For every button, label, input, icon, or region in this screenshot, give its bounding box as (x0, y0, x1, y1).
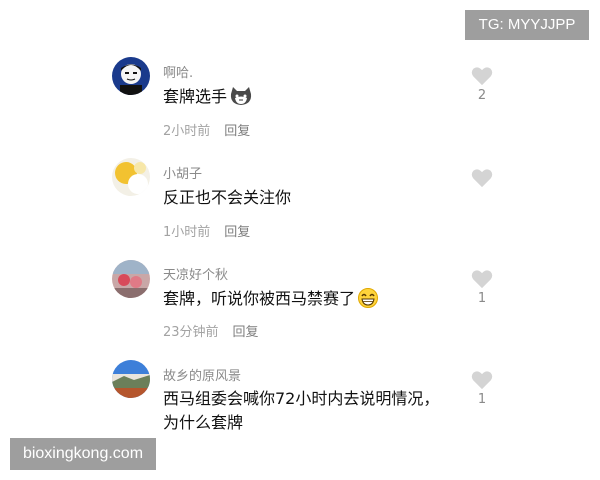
comment-text: 套牌选手 (163, 85, 453, 113)
comment-text-content: 套牌选手 (163, 87, 228, 106)
heart-icon (471, 270, 493, 289)
comment-time: 2小时前 (163, 124, 211, 139)
site-watermark: bioxingkong.com (10, 438, 156, 470)
like-button[interactable]: 2 (470, 66, 494, 104)
comment-meta: 23分钟前 回复 (163, 321, 259, 340)
like-count (470, 190, 494, 206)
comment-text: 套牌，听说你被西马禁赛了 (163, 287, 453, 315)
comment-username[interactable]: 啊哈. (163, 62, 193, 81)
heart-icon (471, 169, 493, 188)
reply-button[interactable]: 回复 (224, 124, 250, 139)
avatar-image-icon (112, 158, 150, 196)
heart-icon (471, 67, 493, 86)
like-button[interactable]: 1 (470, 269, 494, 307)
comment-username[interactable]: 故乡的原风景 (163, 365, 241, 384)
comment-meta: 1小时前 回复 (163, 221, 250, 240)
comment-username[interactable]: 小胡子 (163, 163, 202, 182)
avatar[interactable] (112, 360, 150, 398)
avatar-image-icon (112, 260, 150, 298)
like-button[interactable]: 1 (470, 370, 494, 408)
avatar-image-icon (112, 360, 150, 398)
comment-meta: 2小时前 回复 (163, 120, 250, 139)
avatar[interactable] (112, 158, 150, 196)
comment-text-content: 西马组委会喊你72小时内去说明情况，为什么套牌 (163, 389, 440, 432)
reply-button[interactable]: 回复 (233, 325, 259, 340)
comment-username[interactable]: 天凉好个秋 (163, 264, 228, 283)
heart-icon (471, 371, 493, 390)
comment-text: 反正也不会关注你 (163, 186, 453, 210)
reply-button[interactable]: 回复 (224, 225, 250, 240)
avatar[interactable] (112, 260, 150, 298)
avatar-image-icon (112, 57, 150, 95)
comment-text: 西马组委会喊你72小时内去说明情况，为什么套牌 (163, 387, 453, 435)
like-count: 2 (477, 88, 487, 103)
telegram-watermark: TG: MYYJJPP (465, 10, 589, 40)
comment-time: 1小时前 (163, 225, 211, 240)
like-count: 1 (477, 291, 487, 306)
avatar[interactable] (112, 57, 150, 95)
comment-text-content: 反正也不会关注你 (163, 188, 292, 207)
comment-time: 23分钟前 (163, 325, 219, 340)
comment-text-content: 套牌，听说你被西马禁赛了 (163, 289, 356, 308)
cat-emoji-icon (229, 86, 253, 113)
like-count: 1 (477, 392, 487, 407)
like-button[interactable] (470, 168, 494, 206)
grin-emoji-icon (357, 288, 379, 315)
